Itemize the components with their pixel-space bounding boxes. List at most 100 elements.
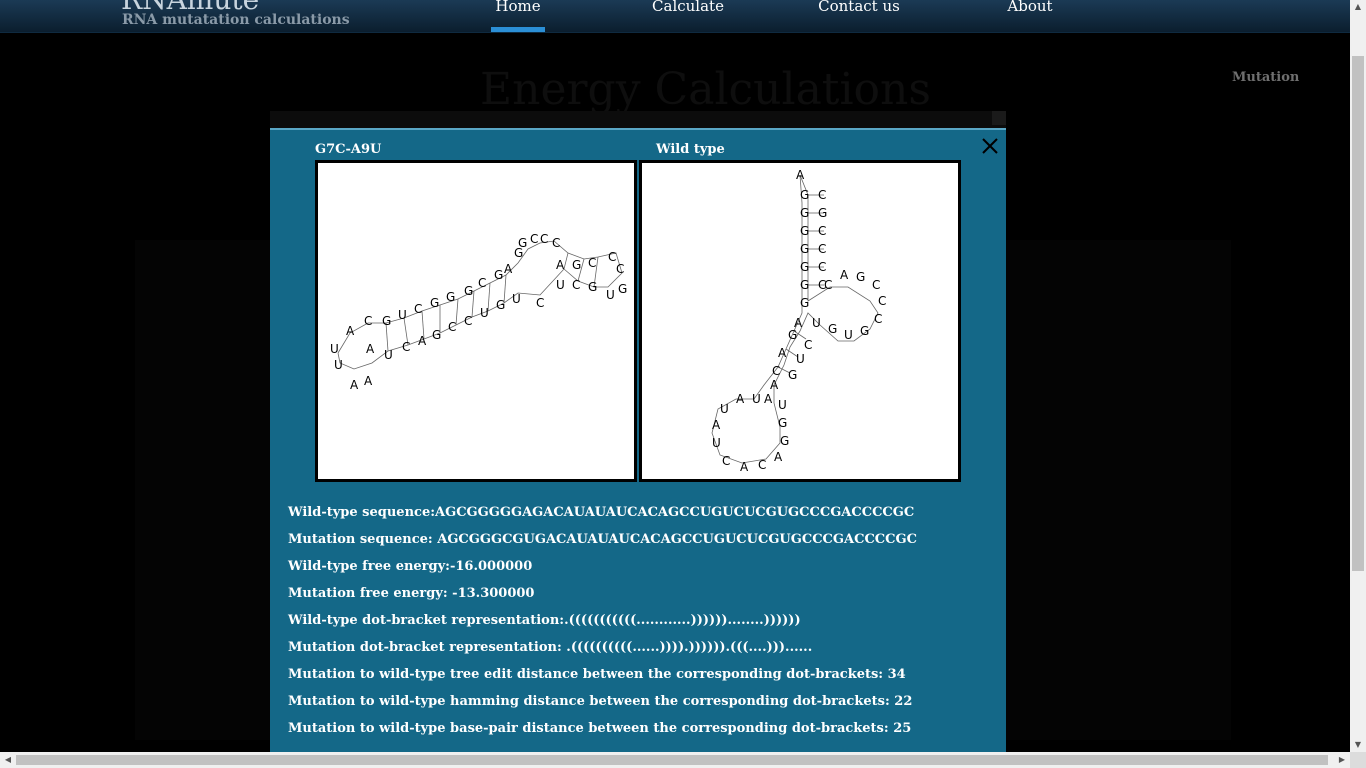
vertical-scrollbar[interactable]: ▲ ▼ (1350, 0, 1366, 752)
svg-text:A: A (712, 418, 721, 432)
background-close-icon (992, 111, 1006, 125)
svg-text:A: A (418, 334, 427, 348)
horizontal-scroll-thumb[interactable] (16, 755, 1328, 765)
arrow-left-icon[interactable]: ◀ (0, 752, 16, 768)
wildtype-structure-image: A GC GG GC GC GC GC GC AGC CCG UGU ACG U… (639, 160, 961, 482)
mutation-sequence: Mutation sequence: AGCGGGCGUGACAUAUAUCAC… (288, 532, 917, 547)
base-pair-distance: Mutation to wild-type base-pair distance… (288, 721, 912, 736)
svg-text:G: G (432, 328, 441, 342)
arrow-down-icon[interactable]: ▼ (1350, 738, 1366, 752)
horizontal-scrollbar[interactable]: ◀ ▶ (0, 752, 1350, 768)
svg-text:C: C (530, 232, 538, 246)
svg-text:G: G (800, 260, 809, 274)
svg-text:C: C (722, 454, 730, 468)
svg-text:G: G (828, 322, 837, 336)
svg-text:G: G (800, 224, 809, 238)
svg-text:A: A (774, 450, 783, 464)
site-tagline: RNA mutatation calculations (122, 12, 350, 28)
svg-text:G: G (446, 290, 455, 304)
svg-text:A: A (364, 374, 373, 388)
svg-text:U: U (712, 436, 721, 450)
wildtype-free-energy: Wild-type free energy:-16.000000 (288, 559, 533, 574)
svg-text:G: G (588, 280, 597, 294)
svg-text:U: U (812, 316, 821, 330)
arrow-up-icon[interactable]: ▲ (1350, 0, 1366, 14)
svg-text:C: C (572, 278, 580, 292)
svg-text:U: U (384, 348, 393, 362)
svg-text:C: C (588, 256, 596, 270)
svg-text:C: C (552, 236, 560, 250)
svg-text:G: G (800, 206, 809, 220)
svg-text:G: G (800, 242, 809, 256)
svg-text:A: A (778, 346, 787, 360)
nav-about[interactable]: About (1006, 0, 1054, 32)
svg-text:U: U (512, 292, 521, 306)
svg-text:G: G (788, 328, 797, 342)
svg-text:C: C (414, 302, 422, 316)
svg-text:C: C (804, 338, 812, 352)
svg-text:G: G (464, 284, 473, 298)
svg-text:G: G (382, 314, 391, 328)
tree-edit-distance: Mutation to wild-type tree edit distance… (288, 667, 906, 682)
background-left-panel (135, 240, 270, 740)
background-side-label: Mutation (1232, 70, 1300, 85)
svg-text:C: C (464, 314, 472, 328)
nav-home[interactable]: Home (491, 0, 545, 32)
vertical-scroll-thumb[interactable] (1352, 56, 1364, 571)
background-dialog-strip (270, 111, 1006, 129)
svg-text:C: C (478, 276, 486, 290)
wildtype-dot-bracket: Wild-type dot-bracket representation:.((… (288, 613, 801, 628)
mutation-structure-image: UUA CAA AGU CGG GCG AGG CCC AGC CCG UGC … (315, 160, 637, 482)
svg-text:U: U (480, 306, 489, 320)
mutation-figure-title: G7C-A9U (315, 142, 382, 157)
svg-text:G: G (618, 282, 627, 296)
background-right-panel (1006, 240, 1231, 740)
svg-text:G: G (788, 368, 797, 382)
svg-text:A: A (346, 324, 355, 338)
nav-calculate[interactable]: Calculate (652, 0, 724, 32)
svg-text:A: A (796, 168, 805, 182)
svg-text:A: A (770, 378, 779, 392)
svg-text:A: A (366, 342, 375, 356)
svg-text:C: C (772, 364, 780, 378)
svg-text:A: A (350, 378, 359, 392)
svg-text:U: U (844, 328, 853, 342)
svg-text:A: A (556, 258, 565, 272)
nav-contact-us[interactable]: Contact us (818, 0, 900, 32)
svg-text:G: G (572, 258, 581, 272)
svg-text:U: U (720, 402, 729, 416)
svg-text:G: G (430, 296, 439, 310)
svg-text:C: C (818, 224, 826, 238)
wildtype-sequence: Wild-type sequence:AGCGGGGGAGACAUAUAUCAC… (288, 505, 915, 520)
svg-text:A: A (764, 392, 773, 406)
svg-text:U: U (556, 278, 565, 292)
hamming-distance: Mutation to wild-type hamming distance b… (288, 694, 913, 709)
mutation-free-energy: Mutation free energy: -13.300000 (288, 586, 535, 601)
svg-text:G: G (800, 188, 809, 202)
svg-text:G: G (856, 270, 865, 284)
scrollbar-corner (1350, 752, 1366, 768)
svg-text:C: C (818, 260, 826, 274)
svg-text:U: U (334, 358, 343, 372)
close-icon[interactable] (978, 134, 1002, 158)
background-page-title: Energy Calculations (480, 64, 931, 115)
svg-text:C: C (540, 232, 548, 246)
svg-text:G: G (800, 278, 809, 292)
svg-text:G: G (780, 434, 789, 448)
arrow-right-icon[interactable]: ▶ (1334, 752, 1350, 768)
svg-text:U: U (398, 308, 407, 322)
svg-text:C: C (824, 278, 832, 292)
svg-text:G: G (496, 298, 505, 312)
svg-text:G: G (518, 236, 527, 250)
svg-text:C: C (616, 262, 624, 276)
calculation-results: Wild-type sequence:AGCGGGGGAGACAUAUAUCAC… (288, 504, 988, 747)
svg-text:C: C (874, 312, 882, 326)
svg-text:G: G (778, 416, 787, 430)
svg-text:C: C (872, 278, 880, 292)
svg-text:C: C (758, 458, 766, 472)
svg-text:A: A (740, 460, 749, 474)
mutation-dot-bracket: Mutation dot-bracket representation: .((… (288, 640, 813, 655)
svg-text:U: U (606, 288, 615, 302)
svg-text:C: C (818, 242, 826, 256)
svg-text:C: C (364, 314, 372, 328)
